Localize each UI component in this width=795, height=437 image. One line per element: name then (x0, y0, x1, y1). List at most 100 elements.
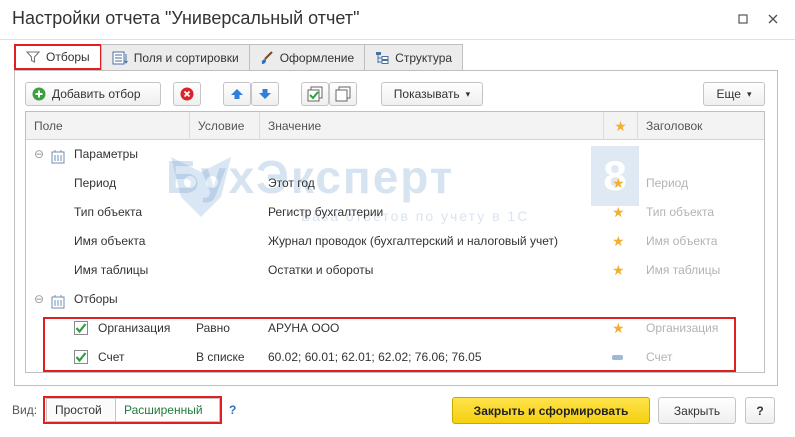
delete-button[interactable] (173, 82, 201, 106)
uncheck-all-icon (335, 86, 351, 102)
check-icon (75, 323, 87, 334)
chevron-down-icon: ▾ (465, 88, 471, 99)
check-all-button[interactable] (301, 82, 329, 106)
arrow-up-icon (230, 87, 244, 101)
close-label: Закрыть (673, 403, 721, 418)
tab-fields-sorting[interactable]: Поля и сортировки (100, 44, 250, 70)
row-checkbox[interactable] (74, 321, 88, 335)
view-advanced-label: Расширенный (124, 403, 203, 417)
row-title: Имя таблицы (646, 263, 721, 277)
delete-icon (180, 87, 194, 101)
row-value[interactable]: Этот год (268, 169, 315, 198)
view-simple-button[interactable]: Простой (46, 398, 116, 422)
check-icon (75, 352, 87, 363)
grid-header: Поле Условие Значение ★ Заголовок (26, 112, 764, 140)
tab-label: Оформление (279, 50, 355, 65)
filters-panel: Добавить отбор Показывать ▾ Еще ▾ Поле У… (14, 70, 778, 386)
table-row[interactable]: Организация Равно АРУНА ООО ★ Организаци… (26, 314, 764, 343)
row-field: Имя объекта (74, 234, 146, 248)
table-row[interactable]: Имя таблицы Остатки и обороты ★ Имя табл… (26, 256, 764, 285)
row-field: Тип объекта (74, 205, 143, 219)
row-title: Счет (646, 350, 673, 364)
close-and-build-label: Закрыть и сформировать (473, 403, 629, 418)
row-condition[interactable]: В списке (196, 343, 245, 372)
view-advanced-button[interactable]: Расширенный (115, 398, 220, 422)
tab-label: Отборы (46, 50, 90, 64)
view-simple-label: Простой (55, 403, 102, 417)
more-label: Еще (716, 87, 741, 101)
tab-label: Структура (395, 50, 453, 65)
table-row[interactable]: Счет В списке 60.02; 60.01; 62.01; 62.02… (26, 343, 764, 372)
filters-group-icon (50, 292, 66, 309)
chevron-down-icon: ▾ (746, 88, 752, 99)
tab-filters[interactable]: Отборы (14, 44, 102, 70)
group-row-filters[interactable]: ⊖ Отборы (26, 285, 764, 314)
row-value[interactable]: Регистр бухгалтерии (268, 198, 383, 227)
row-field: Имя таблицы (74, 263, 149, 277)
star-icon: ★ (614, 118, 627, 134)
row-value[interactable]: Остатки и обороты (268, 256, 373, 285)
close-button[interactable]: Закрыть (658, 397, 736, 424)
tab-structure[interactable]: Структура (364, 44, 464, 70)
window-title: Настройки отчета "Универсальный отчет" (12, 8, 360, 28)
filter-icon (26, 50, 40, 64)
col-header-value[interactable]: Значение (260, 112, 604, 140)
tab-appearance[interactable]: Оформление (248, 44, 366, 70)
star-icon[interactable]: ★ (612, 227, 625, 256)
row-field: Период (74, 176, 117, 190)
row-title: Организация (646, 321, 719, 335)
fields-icon (112, 51, 128, 65)
star-icon[interactable]: ★ (612, 314, 625, 343)
add-filter-label: Добавить отбор (52, 87, 141, 101)
close-icon[interactable] (764, 10, 782, 28)
collapse-icon[interactable]: ⊖ (34, 140, 44, 169)
row-field: Организация (98, 321, 171, 335)
maximize-icon[interactable] (734, 10, 752, 28)
show-dropdown[interactable]: Показывать ▾ (381, 82, 483, 106)
row-value[interactable]: АРУНА ООО (268, 314, 339, 343)
add-filter-button[interactable]: Добавить отбор (25, 82, 161, 106)
col-header-star[interactable]: ★ (604, 112, 638, 140)
table-row[interactable]: Период Этот год ★ Период (26, 169, 764, 198)
star-icon[interactable]: ★ (612, 256, 625, 285)
filters-grid: Поле Условие Значение ★ Заголовок БухЭкс… (25, 111, 765, 373)
brush-icon (260, 50, 274, 65)
col-header-field[interactable]: Поле (26, 112, 190, 140)
star-icon[interactable]: ★ (612, 169, 625, 198)
row-title: Тип объекта (646, 205, 715, 219)
col-header-condition[interactable]: Условие (190, 112, 260, 140)
add-icon (32, 87, 46, 101)
settings-tabs: Отборы Поля и сортировки Оформление Стру… (14, 44, 464, 70)
row-field: Счет (98, 350, 125, 364)
tab-label: Поля и сортировки (133, 50, 239, 65)
row-title: Период (646, 176, 689, 190)
star-icon[interactable]: ★ (612, 198, 625, 227)
show-label: Показывать (393, 87, 460, 101)
row-value[interactable]: 60.02; 60.01; 62.01; 62.02; 76.06; 76.05 (268, 343, 482, 372)
row-checkbox[interactable] (74, 350, 88, 364)
title-bar: Настройки отчета "Универсальный отчет" (0, 0, 795, 40)
col-header-title[interactable]: Заголовок (638, 112, 764, 140)
params-group-icon (50, 147, 66, 164)
move-down-button[interactable] (251, 82, 279, 106)
row-condition[interactable]: Равно (196, 314, 230, 343)
table-row[interactable]: Имя объекта Журнал проводок (бухгалтерск… (26, 227, 764, 256)
close-and-build-button[interactable]: Закрыть и сформировать (452, 397, 650, 424)
group-label-filters: Отборы (74, 292, 118, 306)
structure-icon (375, 51, 389, 65)
more-dropdown[interactable]: Еще ▾ (703, 82, 765, 106)
arrow-down-icon (258, 87, 272, 101)
move-up-button[interactable] (223, 82, 251, 106)
group-row-params[interactable]: ⊖ Параметры (26, 140, 764, 169)
table-row[interactable]: Тип объекта Регистр бухгалтерии ★ Тип об… (26, 198, 764, 227)
help-link[interactable]: ? (229, 403, 236, 417)
group-label-params: Параметры (74, 147, 138, 161)
uncheck-all-button[interactable] (329, 82, 357, 106)
question-label: ? (756, 403, 764, 418)
collapse-icon[interactable]: ⊖ (34, 285, 44, 314)
question-button[interactable]: ? (745, 397, 775, 424)
row-value[interactable]: Журнал проводок (бухгалтерский и налогов… (268, 227, 558, 256)
dash-icon[interactable] (612, 355, 623, 360)
view-label: Вид: (12, 403, 38, 417)
row-title: Имя объекта (646, 234, 718, 248)
